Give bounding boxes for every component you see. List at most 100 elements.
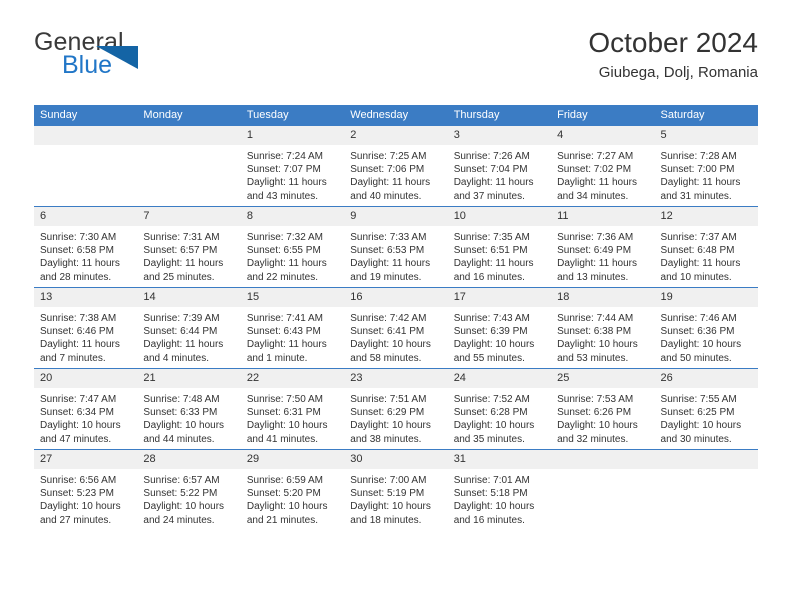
day-cell[interactable]: 4 Sunrise: 7:27 AM Sunset: 7:02 PM Daylight… [551, 126, 655, 207]
day-number: 23 [344, 369, 448, 388]
day-detail-line: Sunset: 6:33 PM [143, 407, 218, 419]
day-details: Sunrise: 7:55 AM Sunset: 6:25 PM Daylight:… [655, 388, 758, 446]
day-detail-line: Daylight: 10 hours [350, 501, 431, 513]
calendar-header-row: Sunday Monday Tuesday Wednesday Thursday Frid… [34, 105, 758, 126]
day-detail-line: Daylight: 10 hours [40, 501, 121, 513]
day-detail-line: Daylight: 10 hours [660, 339, 742, 351]
day-cell[interactable]: 14 Sunrise: 7:39 AM Sunset: 6:44 PM Dayligh… [137, 287, 241, 369]
day-detail-line: and 53 minutes. [557, 352, 629, 364]
day-cell[interactable]: 15 Sunrise: 7:41 AM Sunset: 6:43 PM Dayligh… [240, 287, 345, 369]
day-cell[interactable]: 20 Sunrise: 7:47 AM Sunset: 6:34 PM Dayligh… [34, 368, 138, 450]
day-cell[interactable]: 5 Sunrise: 7:28 AM Sunset: 7:00 PM Daylight… [654, 126, 758, 207]
calendar-page: General Blue October 2024 Giubega, Dolj,… [0, 0, 792, 612]
day-details: Sunrise: 7:43 AM Sunset: 6:39 PM Daylight:… [448, 307, 551, 365]
day-cell[interactable]: 3 Sunrise: 7:26 AM Sunset: 7:04 PM Daylight… [447, 126, 552, 207]
day-cell[interactable]: 17 Sunrise: 7:43 AM Sunset: 6:39 PM Dayligh… [447, 287, 552, 369]
day-detail-line: Daylight: 10 hours [453, 501, 535, 513]
day-details: Sunrise: 6:59 AM Sunset: 5:20 PM Daylight:… [241, 469, 344, 527]
day-number: 26 [654, 369, 758, 388]
day-detail-line: Daylight: 11 hours [453, 177, 534, 189]
title-block: October 2024 Giubega, Dolj, Romania [588, 26, 758, 83]
day-detail-line: Sunrise: 7:55 AM [660, 394, 737, 405]
day-number: 1 [240, 126, 345, 145]
day-detail-line: Daylight: 10 hours [40, 420, 121, 432]
day-detail-line: Daylight: 10 hours [350, 420, 431, 432]
day-number [551, 450, 655, 469]
day-detail-line: and 43 minutes. [246, 190, 319, 202]
day-number: 2 [344, 126, 448, 145]
day-number: 5 [654, 126, 758, 145]
masthead: General Blue October 2024 Giubega, Dolj,… [34, 26, 758, 92]
day-detail-line: and 44 minutes. [143, 433, 215, 445]
day-cell[interactable]: 11 Sunrise: 7:36 AM Sunset: 6:49 PM Dayligh… [551, 206, 655, 288]
weekday-header-tuesday: Tuesday [240, 105, 345, 126]
day-detail-line: Daylight: 10 hours [557, 339, 638, 351]
day-number: 16 [344, 288, 448, 307]
day-number: 4 [551, 126, 655, 145]
day-detail-line: and 32 minutes. [557, 433, 629, 445]
day-number: 12 [654, 207, 758, 226]
day-detail-line: Sunrise: 7:38 AM [40, 313, 117, 324]
day-cell[interactable]: 23 Sunrise: 7:51 AM Sunset: 6:29 PM Dayligh… [344, 368, 448, 450]
day-cell[interactable]: 1 Sunrise: 7:24 AM Sunset: 7:07 PM Daylight… [240, 126, 345, 207]
day-cell[interactable]: 21 Sunrise: 7:48 AM Sunset: 6:33 PM Dayligh… [137, 368, 241, 450]
day-cell[interactable]: 24 Sunrise: 7:52 AM Sunset: 6:28 PM Dayligh… [447, 368, 552, 450]
day-details: Sunrise: 7:46 AM Sunset: 6:36 PM Daylight:… [655, 307, 758, 365]
day-detail-line: Sunrise: 7:24 AM [246, 151, 323, 162]
day-detail-line: and 19 minutes. [350, 271, 422, 283]
day-detail-line: and 50 minutes. [660, 352, 732, 364]
general-blue-logo[interactable]: General Blue [34, 30, 224, 88]
day-details: Sunrise: 7:30 AM Sunset: 6:58 PM Daylight:… [34, 226, 137, 284]
day-cell[interactable]: 6 Sunrise: 7:30 AM Sunset: 6:58 PM Daylight… [34, 206, 138, 288]
day-detail-line: and 28 minutes. [40, 271, 112, 283]
day-number: 21 [137, 369, 241, 388]
day-detail-line: Sunset: 6:46 PM [40, 326, 114, 338]
day-cell[interactable]: 27 Sunrise: 6:56 AM Sunset: 5:23 PM Dayligh… [34, 449, 138, 530]
day-detail-line: Sunset: 6:55 PM [246, 245, 321, 257]
day-cell[interactable]: 10 Sunrise: 7:35 AM Sunset: 6:51 PM Dayligh… [447, 206, 552, 288]
day-cell[interactable]: 2 Sunrise: 7:25 AM Sunset: 7:06 PM Daylight… [344, 126, 448, 207]
day-details: Sunrise: 7:32 AM Sunset: 6:55 PM Daylight:… [241, 226, 344, 284]
day-detail-line: and 18 minutes. [350, 514, 422, 526]
day-detail-line: and 16 minutes. [453, 514, 525, 526]
day-cell[interactable]: 31 Sunrise: 7:01 AM Sunset: 5:18 PM Dayligh… [447, 449, 552, 530]
day-cell[interactable]: 7 Sunrise: 7:31 AM Sunset: 6:57 PM Daylight… [137, 206, 241, 288]
day-detail-line: Daylight: 11 hours [246, 258, 327, 270]
day-detail-line: Sunrise: 7:46 AM [660, 313, 737, 324]
day-cell[interactable]: 19 Sunrise: 7:46 AM Sunset: 6:36 PM Dayligh… [654, 287, 758, 369]
day-cell[interactable]: 18 Sunrise: 7:44 AM Sunset: 6:38 PM Dayligh… [551, 287, 655, 369]
day-details: Sunrise: 7:28 AM Sunset: 7:00 PM Daylight:… [655, 145, 758, 203]
day-detail-line: and 55 minutes. [453, 352, 525, 364]
day-cell[interactable]: 13 Sunrise: 7:38 AM Sunset: 6:46 PM Dayligh… [34, 287, 138, 369]
day-cell[interactable]: 25 Sunrise: 7:53 AM Sunset: 6:26 PM Dayligh… [551, 368, 655, 450]
day-detail-line: and 16 minutes. [453, 271, 525, 283]
day-detail-line: Daylight: 11 hours [246, 339, 327, 351]
day-detail-line: Daylight: 11 hours [350, 258, 431, 270]
page-subtitle: Giubega, Dolj, Romania [598, 64, 758, 81]
day-detail-line: Sunrise: 7:47 AM [40, 394, 117, 405]
day-detail-line: Sunrise: 7:53 AM [557, 394, 634, 405]
day-cell[interactable]: 30 Sunrise: 7:00 AM Sunset: 5:19 PM Dayligh… [344, 449, 448, 530]
day-cell[interactable]: 9 Sunrise: 7:33 AM Sunset: 6:53 PM Daylight… [344, 206, 448, 288]
day-cell[interactable]: 12 Sunrise: 7:37 AM Sunset: 6:48 PM Dayligh… [654, 206, 758, 288]
day-cell[interactable]: 22 Sunrise: 7:50 AM Sunset: 6:31 PM Dayligh… [240, 368, 345, 450]
week-row: 20 Sunrise: 7:47 AM Sunset: 6:34 PM Dayligh… [34, 368, 758, 450]
day-cell[interactable]: 16 Sunrise: 7:42 AM Sunset: 6:41 PM Dayligh… [344, 287, 448, 369]
day-cell[interactable]: 8 Sunrise: 7:32 AM Sunset: 6:55 PM Daylight… [240, 206, 345, 288]
day-detail-line: Sunset: 6:57 PM [143, 245, 218, 257]
day-cell[interactable]: 28 Sunrise: 6:57 AM Sunset: 5:22 PM Dayligh… [137, 449, 241, 530]
day-detail-line: Sunrise: 7:32 AM [246, 232, 323, 243]
day-cell[interactable]: 29 Sunrise: 6:59 AM Sunset: 5:20 PM Dayligh… [240, 449, 345, 530]
day-detail-line: Daylight: 11 hours [660, 258, 741, 270]
day-number: 8 [240, 207, 345, 226]
day-detail-line: Sunset: 5:18 PM [453, 488, 528, 500]
day-detail-line: Sunrise: 7:27 AM [557, 151, 634, 162]
day-details: Sunrise: 7:25 AM Sunset: 7:06 PM Daylight:… [344, 145, 447, 203]
calendar-table: Sunday Monday Tuesday Wednesday Thursday Frid… [34, 105, 758, 530]
day-detail-line: Sunrise: 6:59 AM [246, 475, 323, 486]
day-cell[interactable]: 26 Sunrise: 7:55 AM Sunset: 6:25 PM Dayligh… [654, 368, 758, 450]
day-number: 28 [137, 450, 241, 469]
day-detail-line: Sunset: 7:02 PM [557, 164, 632, 176]
day-detail-line: Sunset: 6:28 PM [453, 407, 528, 419]
day-detail-line: Sunrise: 7:36 AM [557, 232, 634, 243]
